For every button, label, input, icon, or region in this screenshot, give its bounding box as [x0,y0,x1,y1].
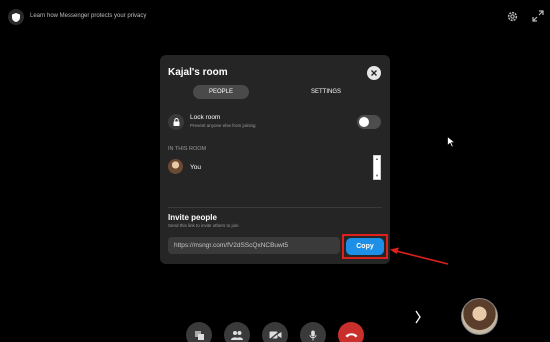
toggle-knob [359,117,369,127]
camera-button[interactable] [262,322,288,342]
close-icon [371,70,377,76]
scroll-up-icon[interactable]: ▲ [374,156,380,162]
lock-room-label: Lock room [190,114,221,121]
gear-icon[interactable] [506,10,519,23]
avatar [168,159,183,174]
microphone-icon [309,330,317,340]
invite-link-field[interactable]: https://msngr.com/fV2dSScQxNCBuwt5 [168,237,340,254]
divider [168,207,382,208]
in-room-label: IN THIS ROOM [168,146,207,152]
share-screen-button[interactable] [186,322,212,342]
people-icon [231,331,243,340]
copy-button[interactable]: Copy [346,238,384,255]
lock-icon [168,114,184,130]
microphone-button[interactable] [300,322,326,342]
invite-title: Invite people [168,213,217,222]
close-button[interactable] [367,66,381,80]
modal-title: Kajal's room [168,67,228,78]
room-modal: Kajal's room PEOPLE SETTINGS Lock room P… [160,55,390,264]
people-scrollbar[interactable]: ▲ ▼ [373,155,381,180]
share-screen-icon [194,330,204,340]
privacy-link[interactable]: Learn how Messenger protects your privac… [30,13,146,19]
lock-room-toggle[interactable] [357,115,381,129]
tab-people[interactable]: PEOPLE [193,85,249,99]
expand-icon[interactable] [532,10,544,22]
people-button[interactable] [224,322,250,342]
shield-icon[interactable] [8,9,24,25]
camera-off-icon [269,330,281,340]
end-call-icon [345,333,357,338]
end-call-button[interactable] [338,322,364,342]
self-video-avatar[interactable] [461,298,498,335]
invite-subtitle: Send this link to invite others to join [168,223,239,228]
chevron-right-icon[interactable] [414,310,422,324]
top-bar: Learn how Messenger protects your privac… [0,0,550,34]
person-name: You [190,164,201,171]
mouse-pointer-icon [447,136,456,148]
scroll-down-icon[interactable]: ▼ [374,173,380,179]
lock-room-sublabel: Prevent anyone else from joining [190,123,256,128]
tab-settings[interactable]: SETTINGS [298,85,354,99]
